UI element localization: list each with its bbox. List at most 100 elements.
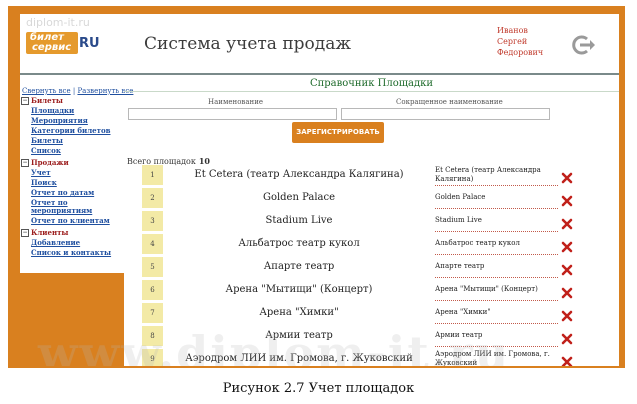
venue-name[interactable]: Stadium Live [169,210,429,232]
minus-box-icon[interactable]: − [21,97,29,105]
logo-badge: билет сервис [26,32,78,54]
tree-controls-separator: | [72,87,76,95]
logo[interactable]: билет сервис RU [26,32,100,54]
nav-item-ticket-list[interactable]: Список [31,147,123,155]
venue-short-name-text: Stadium Live [435,216,482,224]
user-last-name: Иванов [497,26,528,35]
delete-x-icon [561,356,573,366]
name-field-label: Наименование [208,98,263,106]
table-row: 5 Апарте театр Апарте театр [124,256,619,279]
venue-short-name: Et Cetera (театр Александра Калягина) [435,164,558,186]
watermark: www.diplom-it.ru [38,326,511,366]
venue-short-name-text: Golden Palace [435,193,486,201]
row-number: 6 [142,280,163,300]
table-row: 7 Арена "Химки" Арена "Химки" [124,302,619,325]
venue-short-name: Stadium Live [435,210,558,232]
delete-button[interactable] [561,192,573,207]
venue-short-name: Golden Palace [435,187,558,209]
nav-group-clients[interactable]: − Клиенты [21,228,123,237]
venue-short-name-text: Арена "Химки" [435,308,491,316]
collapse-all-link[interactable]: Свернуть все [22,87,71,95]
delete-button[interactable] [561,215,573,230]
nav-group-sales[interactable]: − Продажи [21,158,123,167]
nav-item-tickets[interactable]: Билеты [31,137,123,145]
table-row: 2 Golden Palace Golden Palace [124,187,619,210]
delete-button[interactable] [561,353,573,366]
tree-controls: Свернуть все | Развернуть все [22,87,133,95]
nav-item-search[interactable]: Поиск [31,179,123,187]
row-number: 1 [142,165,163,185]
venue-name[interactable]: Golden Palace [169,187,429,209]
venue-short-name: Альбатрос театр кукол [435,233,558,255]
venue-name[interactable]: Апарте театр [169,256,429,278]
delete-x-icon [561,195,573,207]
delete-button[interactable] [561,169,573,184]
venue-short-name-text: Апарте театр [435,262,485,270]
nav-item-venues[interactable]: Площадки [31,107,123,115]
table-row: 6 Арена "Мытищи" (Концерт) Арена "Мытищи" … [124,279,619,302]
table-row: 3 Stadium Live Stadium Live [124,210,619,233]
nav-item-events[interactable]: Мероприятия [31,117,123,125]
page-title: Справочник Площадки [309,78,434,89]
register-button[interactable]: ЗАРЕГИСТРИРОВАТЬ [292,122,384,143]
nav-item-ticket-categories[interactable]: Категории билетов [31,127,123,135]
user-patronymic: Федорович [497,48,544,57]
figure-caption: Рисунок 2.7 Учет площадок [222,381,415,396]
nav-item-client-list[interactable]: Список и контакты [31,249,123,257]
venue-name[interactable]: Альбатрос театр кукол [169,233,429,255]
nav-item-report-dates[interactable]: Отчет по датам [31,189,123,197]
sidebar: Свернуть все | Развернуть все − Билеты Пл… [20,75,133,366]
logo-suffix: RU [79,36,100,51]
delete-x-icon [561,287,573,299]
venue-name[interactable]: Арена "Мытищи" (Концерт) [169,279,429,301]
nav-group-tickets[interactable]: − Билеты [21,96,123,105]
watermark-top: diplom-it.ru [26,16,90,29]
row-number: 7 [142,303,163,323]
nav-item-report-clients[interactable]: Отчет по клиентам [31,217,123,225]
delete-x-icon [561,172,573,184]
venue-short-name: Арена "Мытищи" (Концерт) [435,279,558,301]
venue-name[interactable]: Арена "Химки" [169,302,429,324]
nav-group-label: Билеты [31,96,63,105]
nav-group-label: Клиенты [31,228,69,237]
delete-x-icon [561,218,573,230]
delete-button[interactable] [561,261,573,276]
app-title: Система учета продаж [144,34,352,54]
nav-item-sales-record[interactable]: Учет [31,169,123,177]
venue-short-name-text: Арена "Мытищи" (Концерт) [435,285,538,293]
logout-button[interactable] [572,34,596,56]
short-name-field-label: Сокращенное наименование [396,98,503,106]
nav-item-add-client[interactable]: Добавление [31,239,123,247]
user-name: Иванов Сергей Федорович [497,25,543,58]
delete-button[interactable] [561,284,573,299]
delete-x-icon [561,264,573,276]
table-row: 1 Et Cetera (театр Александра Калягина) Et… [124,164,619,187]
minus-box-icon[interactable]: − [21,159,29,167]
delete-button[interactable] [561,307,573,322]
venue-short-name-text: Альбатрос театр кукол [435,239,520,247]
name-input[interactable] [128,108,337,120]
short-name-input[interactable] [341,108,550,120]
venue-short-name: Апарте театр [435,256,558,278]
delete-button[interactable] [561,238,573,253]
nav-group-label: Продажи [31,158,69,167]
nav-item-report-events[interactable]: Отчет по мероприятиям [31,199,123,215]
row-number: 2 [142,188,163,208]
sidebar-menu-area: Свернуть все | Развернуть все − Билеты Пл… [20,75,133,273]
venue-name[interactable]: Et Cetera (театр Александра Калягина) [169,164,429,186]
user-first-name: Сергей [497,37,528,46]
logout-icon [572,35,595,55]
delete-x-icon [561,333,573,345]
delete-button[interactable] [561,330,573,345]
app-frame: diplom-it.ru билет сервис RU Система уче… [8,6,625,368]
table-row: 4 Альбатрос театр кукол Альбатрос театр ку… [124,233,619,256]
title-divider [124,91,619,92]
app-window: diplom-it.ru билет сервис RU Система уче… [20,14,619,366]
venue-short-name: Арена "Химки" [435,302,558,324]
row-number: 4 [142,234,163,254]
delete-x-icon [561,241,573,253]
row-number: 5 [142,257,163,277]
row-number: 3 [142,211,163,231]
minus-box-icon[interactable]: − [21,229,29,237]
logo-line2: сервис [32,42,72,53]
